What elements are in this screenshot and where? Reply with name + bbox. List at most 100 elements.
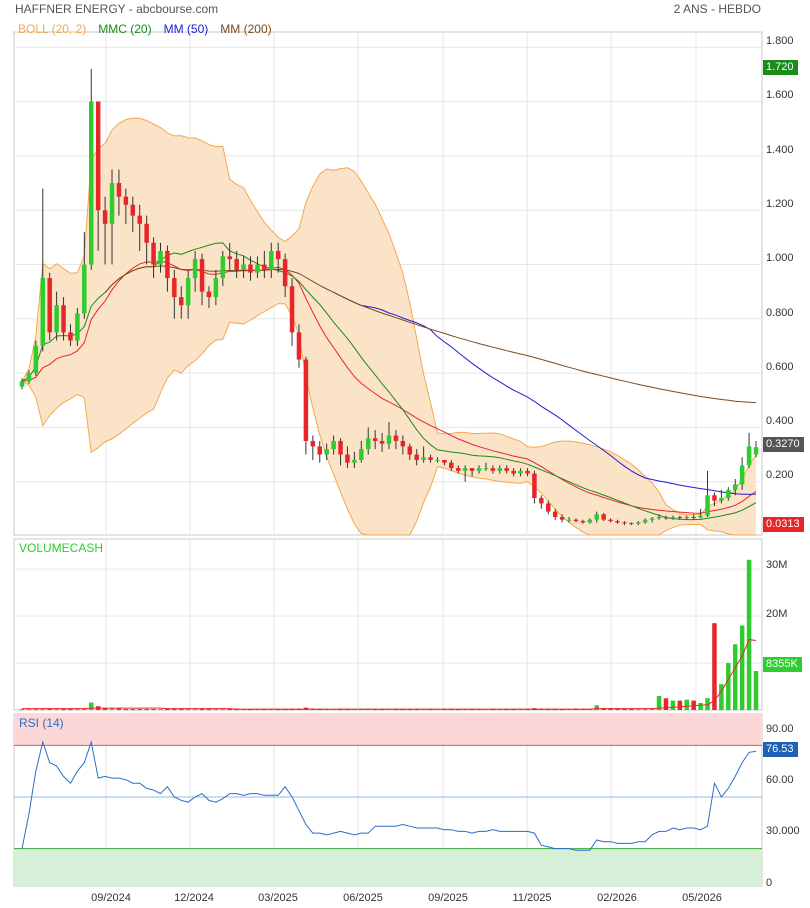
candle — [296, 332, 302, 360]
volume-bar — [172, 709, 177, 711]
candle — [414, 454, 419, 460]
rsi-y-tick: 90.00 — [766, 723, 794, 735]
candle — [684, 516, 690, 518]
candle — [289, 286, 295, 333]
volume-bar — [137, 709, 142, 711]
candle — [691, 516, 696, 518]
candle — [469, 468, 475, 471]
volume-bar — [61, 709, 66, 711]
candle — [580, 521, 586, 523]
price-y-tick: 1.200 — [766, 198, 794, 210]
candle — [442, 459, 447, 463]
candle — [615, 521, 620, 523]
volume-bar — [75, 709, 80, 711]
candle — [102, 210, 108, 224]
candle — [379, 440, 385, 444]
price-y-tick: 1.600 — [766, 89, 794, 101]
candle — [61, 305, 66, 333]
candle — [372, 438, 378, 441]
candle — [255, 264, 260, 273]
candle — [393, 435, 399, 441]
volume-bar — [68, 709, 73, 711]
rsi-y-tick: 30.000 — [766, 825, 800, 837]
volume-bar — [199, 709, 205, 711]
volume-bar — [19, 709, 25, 711]
volume-bar — [144, 709, 149, 711]
volume-bar — [213, 709, 219, 711]
volume-bar — [732, 644, 738, 710]
price-y-tick: 1.000 — [766, 252, 794, 264]
volume-bar — [54, 709, 59, 711]
candle — [47, 278, 52, 333]
volume-bar — [130, 709, 136, 711]
candle — [137, 215, 142, 224]
candle — [192, 259, 198, 279]
candle — [331, 440, 336, 450]
candle — [317, 446, 323, 455]
candle — [199, 259, 205, 292]
candle — [677, 516, 683, 518]
candle — [19, 381, 25, 387]
candle — [54, 305, 59, 333]
rsi-oversold-zone — [14, 848, 762, 886]
candle — [712, 495, 717, 501]
candle — [435, 459, 440, 461]
price-y-tick: 0.600 — [766, 361, 794, 373]
volume-bar — [165, 709, 170, 711]
price-y-tick: 1.400 — [766, 144, 794, 156]
candle — [449, 462, 454, 469]
candle — [213, 278, 219, 298]
volume-bar — [151, 709, 156, 711]
candle — [587, 519, 593, 523]
candle — [151, 242, 156, 265]
volume-legend: VOLUMECASH — [19, 541, 104, 555]
candle — [428, 457, 433, 460]
volume-panel — [13, 538, 763, 711]
candle — [656, 516, 662, 519]
legend-mmc20: MMC (20) — [98, 22, 152, 36]
volume-bar — [726, 663, 731, 710]
volume-bar — [109, 708, 115, 710]
candle — [518, 470, 523, 474]
candle — [310, 440, 316, 447]
candle — [144, 223, 149, 243]
volume-bar — [670, 700, 676, 710]
candle — [165, 250, 170, 279]
candle — [241, 264, 246, 270]
x-axis-tick: 06/2025 — [343, 892, 383, 904]
candle — [636, 522, 641, 524]
candle — [234, 259, 239, 270]
volume-bar — [636, 709, 641, 711]
candle — [532, 473, 537, 498]
candle — [359, 449, 364, 460]
volume-bar — [192, 709, 198, 711]
volume-bar — [739, 625, 745, 710]
candle — [649, 518, 655, 520]
candle — [303, 359, 309, 441]
candle — [622, 522, 627, 524]
volume-bar — [26, 709, 32, 711]
candle — [26, 373, 32, 382]
volume-bar — [712, 623, 717, 710]
candle — [546, 503, 551, 512]
candle — [40, 278, 46, 346]
price-y-tick: 0.800 — [766, 307, 794, 319]
candle — [109, 183, 115, 224]
candle — [262, 264, 267, 270]
rsi-overbought-zone — [14, 714, 762, 746]
candle — [365, 438, 371, 450]
volume-bar — [677, 700, 683, 710]
candle — [158, 250, 163, 265]
candle — [539, 497, 544, 504]
x-axis-tick: 03/2025 — [258, 892, 298, 904]
volume-bar — [185, 709, 191, 711]
candle — [663, 516, 669, 519]
candle — [497, 468, 503, 471]
candle — [185, 278, 191, 306]
x-axis-tick: 12/2024 — [174, 892, 214, 904]
candle — [719, 497, 724, 501]
candle — [483, 468, 489, 470]
volume-bar — [116, 708, 122, 710]
x-axis-tick: 05/2026 — [682, 892, 722, 904]
candle — [123, 196, 129, 205]
